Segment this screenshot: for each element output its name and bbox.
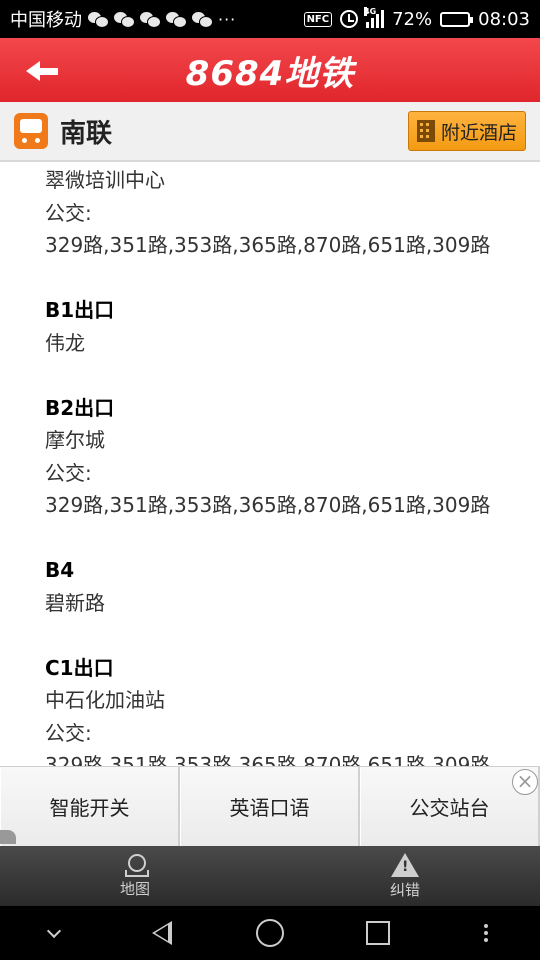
exit-detail-line: 碧新路	[45, 590, 105, 615]
train-icon	[14, 113, 48, 149]
battery-icon	[440, 11, 474, 27]
app-title: 8684地铁	[185, 53, 355, 94]
list-gap	[45, 619, 540, 652]
exit-info-list[interactable]: 翠微培训中心 公交: 329路,351路,353路,365路,870路,651路,3…	[0, 164, 540, 766]
back-triangle-icon	[152, 921, 172, 945]
exit-heading: B2出口	[45, 395, 115, 420]
exit-detail-line: 329路,351路,353路,365路,870路,651路,309路	[45, 233, 491, 257]
chevron-down-icon	[46, 923, 62, 938]
exit-detail-line: 伟龙	[45, 330, 85, 355]
system-back-button[interactable]	[142, 913, 182, 953]
status-bar: 中国移动 ··· NFC 4G 72% 08:03	[0, 0, 540, 38]
network-type: 4G	[364, 7, 377, 16]
wechat-notification-icon	[114, 11, 135, 28]
system-home-button[interactable]	[250, 913, 290, 953]
recents-square-icon	[366, 921, 390, 945]
nearby-hotel-label: 附近酒店	[440, 121, 517, 144]
battery-percent: 72%	[392, 8, 433, 30]
exit-detail-line: 中石化加油站	[45, 688, 165, 712]
warning-icon	[391, 852, 419, 877]
status-right: NFC 4G 72% 08:03	[303, 7, 530, 30]
station-bar: 南联 附近酒店	[0, 102, 540, 162]
exit-heading: C1出口	[45, 655, 114, 680]
nav-report-error-button[interactable]: 纠错	[270, 846, 540, 906]
ad-item-spoken-english[interactable]: 英语口语	[180, 767, 360, 846]
menu-dots-icon	[484, 931, 488, 935]
list-gap	[45, 359, 540, 392]
status-left: 中国移动 ···	[10, 6, 236, 32]
wechat-notification-icon	[166, 11, 187, 28]
clock: 08:03	[478, 8, 530, 30]
exit-detail-line: 摩尔城	[45, 428, 105, 452]
more-notifications-icon: ···	[218, 9, 237, 29]
system-recents-button[interactable]	[358, 913, 398, 953]
building-icon	[416, 120, 435, 142]
system-nav-bar	[0, 906, 540, 960]
home-circle-icon	[256, 919, 284, 947]
wechat-notification-icon	[88, 11, 109, 28]
exit-heading: B4	[45, 558, 75, 582]
system-menu-button[interactable]	[466, 913, 506, 953]
exit-detail-line: 329路,351路,353路,365路,870路,651路,309路	[45, 493, 491, 517]
back-button[interactable]	[26, 54, 66, 88]
bottom-nav: 地图 纠错	[0, 846, 540, 906]
exit-detail-line: 公交:	[45, 460, 92, 485]
ad-item-smart-switch[interactable]: 智能开关	[0, 767, 180, 846]
ad-bar: 智能开关 英语口语 公交站台 ×	[0, 766, 540, 846]
wechat-notification-icon	[140, 11, 161, 28]
nav-report-label: 纠错	[389, 880, 420, 899]
exit-detail-line: 329路,351路,353路,365路,870路,651路,309路	[45, 753, 491, 766]
exit-detail-line: 公交:	[45, 720, 92, 745]
nearby-hotel-button[interactable]: 附近酒店	[407, 111, 526, 151]
wechat-notification-icon	[192, 11, 213, 28]
list-gap	[45, 262, 540, 295]
map-pin-icon	[125, 853, 149, 877]
station-name: 南联	[60, 118, 113, 149]
exit-detail-line: 公交:	[45, 200, 92, 225]
signal-icon: 4G	[364, 7, 385, 28]
nav-map-label: 地图	[119, 879, 150, 898]
exit-heading: B1出口	[45, 298, 115, 322]
carrier-name: 中国移动	[10, 10, 82, 31]
list-gap	[45, 522, 540, 555]
nfc-icon: NFC	[303, 11, 333, 27]
exit-detail-line: 翠微培训中心	[45, 168, 165, 192]
hide-nav-button[interactable]	[34, 913, 74, 953]
nav-map-button[interactable]: 地图	[0, 846, 270, 906]
ad-close-icon[interactable]: ×	[512, 769, 538, 795]
ad-badge-icon	[0, 830, 16, 844]
back-arrow-icon	[26, 61, 58, 81]
app-header: 8684地铁	[0, 38, 540, 102]
alarm-icon	[340, 10, 359, 28]
